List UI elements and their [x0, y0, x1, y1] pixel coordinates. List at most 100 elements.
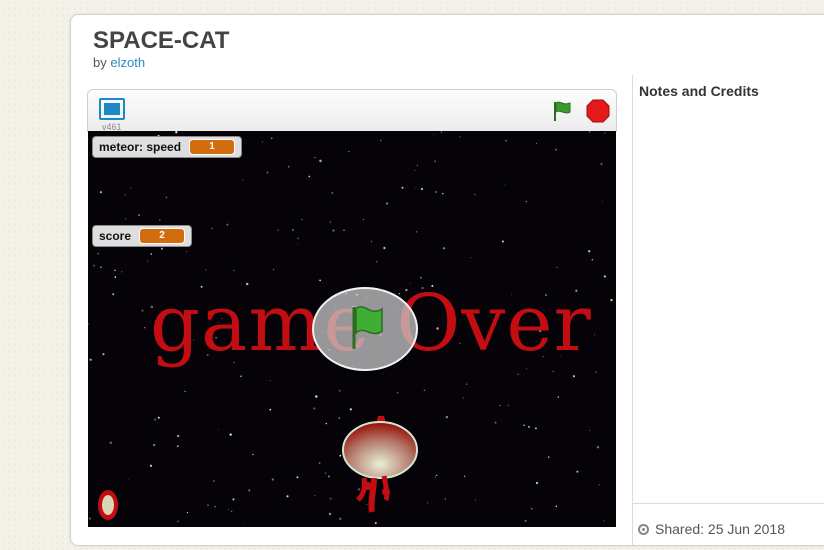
star: [217, 429, 219, 431]
star: [596, 446, 600, 449]
star: [308, 175, 311, 178]
star: [465, 383, 468, 385]
star: [141, 309, 144, 312]
star: [534, 427, 537, 430]
star: [414, 169, 416, 171]
star: [505, 139, 507, 142]
star: [176, 445, 179, 448]
star: [102, 353, 105, 356]
star: [603, 275, 606, 278]
star: [229, 433, 232, 436]
star: [610, 298, 613, 302]
star: [184, 390, 186, 393]
star: [314, 157, 316, 159]
star: [588, 250, 591, 253]
star: [240, 375, 242, 378]
star: [287, 165, 290, 168]
green-flag-icon[interactable]: [550, 99, 574, 123]
star: [362, 219, 364, 220]
star: [93, 264, 96, 267]
star: [547, 456, 550, 458]
fullscreen-icon[interactable]: [99, 98, 125, 120]
egg-sprite: [98, 490, 118, 520]
star: [494, 421, 497, 424]
notes-and-credits-heading: Notes and Credits: [639, 83, 759, 99]
star: [339, 517, 342, 521]
play-circle-icon: [312, 287, 418, 371]
star: [233, 270, 235, 272]
star: [297, 243, 299, 244]
star: [319, 159, 322, 163]
star: [499, 404, 501, 406]
star: [441, 192, 444, 195]
author-link[interactable]: elzoth: [110, 55, 145, 70]
star: [602, 200, 604, 202]
star: [137, 213, 141, 217]
monitor-meteor-speed[interactable]: meteor: speed 1: [92, 136, 243, 158]
star: [207, 504, 209, 506]
star: [112, 293, 115, 296]
star: [329, 497, 332, 500]
star: [331, 192, 334, 194]
star: [420, 187, 424, 191]
star: [185, 250, 187, 252]
star: [277, 229, 279, 231]
star: [436, 474, 438, 477]
star: [271, 137, 273, 139]
star: [555, 505, 558, 508]
star: [527, 425, 531, 428]
byline: by elzoth: [93, 55, 145, 70]
star: [535, 481, 539, 485]
star: [434, 476, 436, 478]
star: [524, 519, 527, 522]
star: [175, 131, 178, 134]
star: [594, 334, 596, 336]
star: [109, 441, 113, 445]
star: [470, 257, 472, 259]
shared-date: Shared: 25 Jun 2018: [655, 521, 785, 537]
play-overlay[interactable]: [312, 287, 418, 371]
star: [444, 498, 446, 500]
star: [130, 187, 132, 189]
star: [214, 506, 216, 508]
monitor-score[interactable]: score 2: [92, 225, 193, 247]
star: [318, 462, 321, 464]
player-toolbar: v461: [87, 89, 617, 132]
star: [434, 190, 437, 194]
star: [588, 131, 591, 133]
star: [324, 472, 327, 474]
star: [374, 522, 377, 524]
star: [325, 422, 327, 425]
star: [598, 484, 600, 486]
star: [313, 407, 316, 410]
star: [427, 502, 429, 504]
star: [100, 266, 103, 269]
star: [314, 495, 316, 497]
monitor-label: meteor: speed: [99, 140, 182, 154]
star: [124, 194, 126, 196]
star: [370, 240, 373, 243]
stop-icon[interactable]: [586, 99, 610, 123]
star: [525, 200, 528, 203]
star: [576, 470, 579, 473]
star: [517, 373, 519, 376]
star: [416, 164, 419, 166]
star: [292, 229, 294, 231]
star: [121, 271, 123, 273]
stage[interactable]: meteor: speed 1 score 2 game Over: [88, 131, 616, 527]
star: [474, 499, 476, 501]
star: [248, 489, 251, 492]
star: [604, 132, 606, 134]
star: [125, 218, 127, 220]
star: [226, 223, 229, 226]
star: [150, 253, 153, 255]
monitor-value: 2: [139, 228, 186, 244]
star: [89, 517, 91, 520]
star: [423, 389, 425, 391]
star: [589, 429, 591, 431]
star: [271, 478, 274, 481]
star: [401, 186, 404, 189]
star: [557, 396, 560, 398]
star: [273, 269, 275, 271]
star: [89, 358, 92, 361]
